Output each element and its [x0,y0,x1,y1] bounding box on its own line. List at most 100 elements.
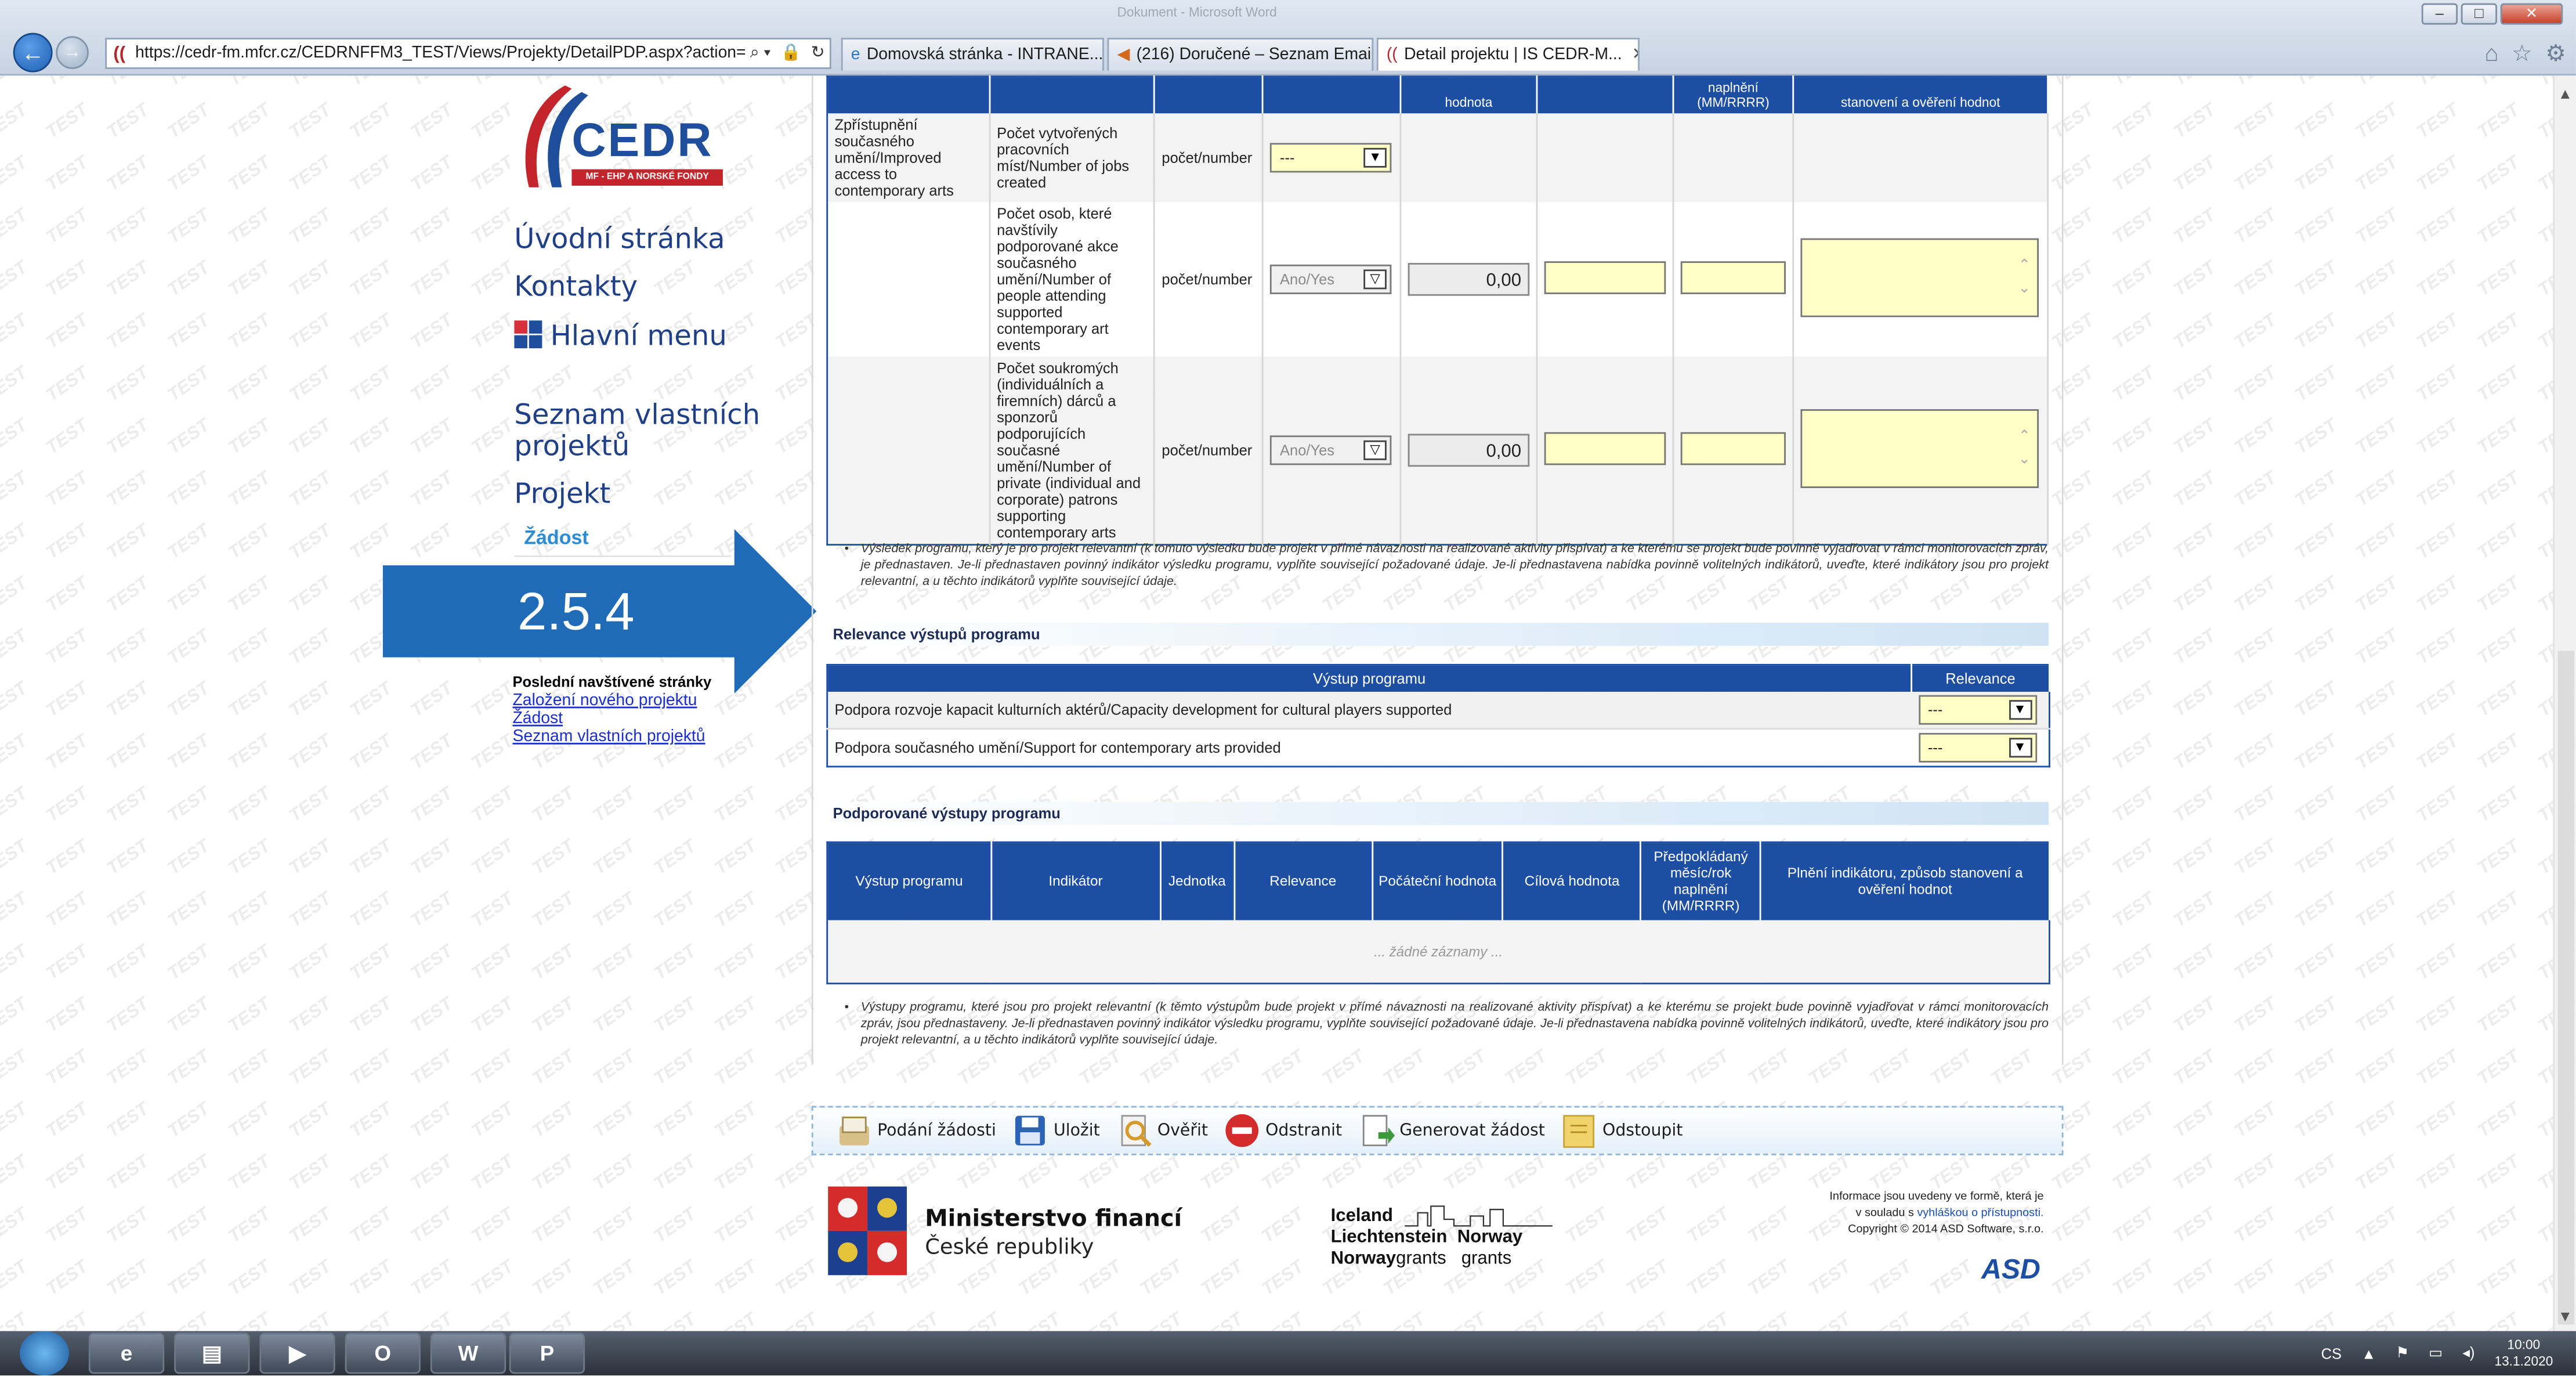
address-url[interactable]: https://cedr-fm.mfcr.cz/CEDRNFFM3_TEST/V… [135,44,745,62]
submit-application-button[interactable]: Podání žádosti [836,1113,996,1149]
fulfilment-textarea[interactable] [1800,409,2039,488]
watermark-text: TEST [589,1152,639,1195]
generate-application-button[interactable]: Generovat žádost [1358,1113,1545,1149]
tab-label: Domovská stránka - INTRANE... [866,46,1104,64]
home-icon[interactable]: ⌂ [2485,39,2499,67]
tab-project-detail[interactable]: (( Detail projektu | IS CEDR-M... ✕ [1376,38,1640,71]
watermark-text: TEST [650,1257,700,1300]
watermark-text: TEST [225,889,274,932]
browser-toolbar-icons: ⌂ ☆ ⚙ [2485,39,2566,67]
taskbar-powerpoint-icon[interactable]: P [509,1332,585,1374]
taskbar-media-player-icon[interactable]: ▶ [259,1332,335,1374]
target-value-input[interactable] [1544,261,1666,294]
watermark-text: TEST [407,363,457,406]
taskbar-ie-icon[interactable]: e [88,1332,165,1374]
recent-link-new-project[interactable]: Založení nového projektu [512,692,711,710]
search-icon[interactable]: ⌕ ▾ [745,44,776,62]
tab-intranet[interactable]: e Domovská stránka - INTRANE... [841,38,1104,71]
relevance-value: --- [1927,739,1943,756]
language-indicator[interactable]: CS [2321,1345,2342,1361]
nav-contacts-link[interactable]: Kontakty [514,272,638,304]
asd-logo[interactable]: ASD [1981,1254,2040,1287]
watermark-text: TEST [103,1152,153,1195]
settings-gear-icon[interactable]: ⚙ [2545,39,2566,67]
watermark-text: TEST [529,994,578,1037]
output-cell: Podpora současného umění/Support for con… [827,728,1912,767]
expected-date-input[interactable] [1680,432,1786,465]
relevance-select[interactable]: --- ▼ [1270,143,1392,173]
chevron-down-icon[interactable]: ▽ [1363,440,1387,460]
close-tab-icon[interactable]: ✕ [1632,46,1638,64]
watermark-text: TEST [0,416,31,458]
nav-own-projects-link[interactable]: Seznam vlastních projektů [514,400,761,464]
watermark-text: TEST [2292,468,2342,511]
watermark-text: TEST [711,468,761,511]
withdraw-button[interactable]: Odstoupit [1561,1113,1683,1149]
nav-home-link[interactable]: Úvodní stránka [514,225,725,257]
clock[interactable]: 10:00 13.1.2020 [2495,1337,2553,1370]
watermark-text: TEST [225,416,274,458]
relevance-select[interactable]: --- ▼ [1917,732,2036,763]
target-value-input[interactable] [1544,432,1666,465]
table-header: Výstup programu Relevance [827,664,2050,691]
favorites-star-icon[interactable]: ☆ [2512,39,2532,67]
expected-date-input[interactable] [1680,261,1786,294]
relevance-value: --- [1927,701,1943,718]
taskbar-explorer-icon[interactable]: ▤ [174,1332,250,1374]
save-button[interactable]: Uložit [1012,1113,1100,1149]
watermark-text: TEST [2353,1257,2402,1300]
tray-expand-icon[interactable]: ▲ [2361,1345,2376,1361]
watermark-text: TEST [103,1204,153,1248]
watermark-text: TEST [2353,100,2402,143]
chevron-down-icon[interactable]: ▼ [2008,738,2032,758]
watermark-text: TEST [285,1152,335,1195]
network-icon[interactable]: ▭ [2429,1344,2443,1362]
watermark-text: TEST [711,731,761,774]
nav-project-link[interactable]: Projekt [514,479,610,511]
verify-button[interactable]: Ověřit [1116,1113,1208,1149]
submit-label: Podání žádosti [877,1121,996,1140]
refresh-icon[interactable]: ↻ [806,44,830,62]
volume-icon[interactable]: ◂) [2462,1344,2474,1362]
tab-email[interactable]: ◀ (216) Doručené – Seznam Email [1107,38,1374,71]
watermark-text: TEST [103,153,153,196]
minimize-button[interactable]: – [2421,3,2458,25]
cedr-logo[interactable]: CEDR MF - EHP A NORSKÉ FONDY [516,82,729,191]
start-button[interactable] [19,1331,69,1376]
watermark-text: TEST [164,1204,214,1248]
watermark-text: TEST [589,1099,639,1142]
maximize-button[interactable]: □ [2461,3,2498,25]
vertical-scrollbar[interactable]: ▲ ▼ [2553,75,2576,1331]
remove-label: Odstranit [1265,1121,1343,1140]
watermark-text: TEST [104,75,153,90]
watermark-text: TEST [2474,468,2524,511]
watermark-text: TEST [346,783,396,827]
chevron-down-icon[interactable]: ▼ [1363,147,1387,168]
taskbar-outlook-icon[interactable]: O [345,1332,421,1374]
chevron-down-icon[interactable]: ▽ [1363,269,1387,290]
back-button[interactable]: ← [13,32,53,73]
close-window-button[interactable]: ✕ [2500,3,2563,25]
accessibility-link[interactable]: vyhláškou o přístupnosti. [1917,1208,2043,1219]
watermark-text: TEST [0,994,31,1037]
recent-link-own-projects[interactable]: Seznam vlastních projektů [512,728,711,746]
nav-main-menu-link[interactable]: Hlavní menu [514,320,727,353]
remove-button[interactable]: Odstranit [1224,1113,1342,1149]
watermark-text: TEST [468,1046,518,1090]
scroll-down-icon[interactable]: ▼ [2558,1308,2573,1324]
recent-link-application[interactable]: Žádost [512,710,711,728]
chevron-down-icon[interactable]: ▼ [2008,699,2032,720]
relevance-select[interactable]: Ano/Yes ▽ [1270,435,1392,465]
watermark-text: TEST [2110,1310,2159,1331]
taskbar-word-icon[interactable]: W [430,1332,506,1374]
scrollbar-thumb[interactable] [2557,651,2575,1325]
relevance-select[interactable]: Ano/Yes ▽ [1270,264,1392,294]
action-center-flag-icon[interactable]: ⚑ [2396,1344,2409,1362]
scroll-up-icon[interactable]: ▲ [2558,85,2573,102]
logo-text: CEDR [571,115,714,168]
forward-button[interactable]: → [56,36,89,69]
address-bar[interactable]: (( https://cedr-fm.mfcr.cz/CEDRNFFM3_TES… [105,38,831,69]
watermark-text: TEST [164,75,214,90]
fulfilment-textarea[interactable] [1800,238,2039,317]
relevance-select[interactable]: --- ▼ [1917,695,2036,725]
